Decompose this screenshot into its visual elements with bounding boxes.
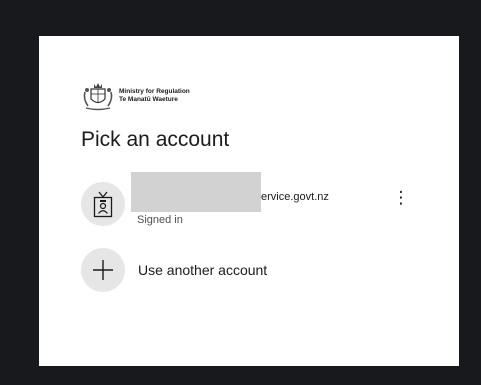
- account-tile[interactable]: ervice.govt.nz Signed in ⋮: [79, 172, 419, 228]
- use-another-account-button[interactable]: Use another account: [79, 246, 419, 294]
- org-name: Ministry for Regulation Te Manatū Waetur…: [119, 88, 190, 104]
- redacted-account-name: [131, 172, 261, 212]
- sign-in-card: Ministry for Regulation Te Manatū Waetur…: [39, 36, 459, 366]
- org-logo: Ministry for Regulation Te Manatū Waetur…: [82, 80, 190, 112]
- coat-of-arms-icon: [83, 83, 113, 111]
- account-email: ervice.govt.nz: [261, 191, 329, 203]
- use-another-account-label: Use another account: [138, 262, 268, 278]
- account-status: Signed in: [137, 214, 183, 226]
- account-avatar: [81, 182, 125, 226]
- page-title: Pick an account: [81, 128, 230, 151]
- plus-circle: [81, 248, 125, 292]
- plus-icon: [93, 260, 113, 280]
- org-name-maori: Te Manatū Waeture: [119, 96, 178, 103]
- badge-person-icon: [93, 191, 113, 218]
- more-options-icon[interactable]: ⋮: [391, 186, 411, 210]
- org-name-english: Ministry for Regulation: [119, 88, 190, 95]
